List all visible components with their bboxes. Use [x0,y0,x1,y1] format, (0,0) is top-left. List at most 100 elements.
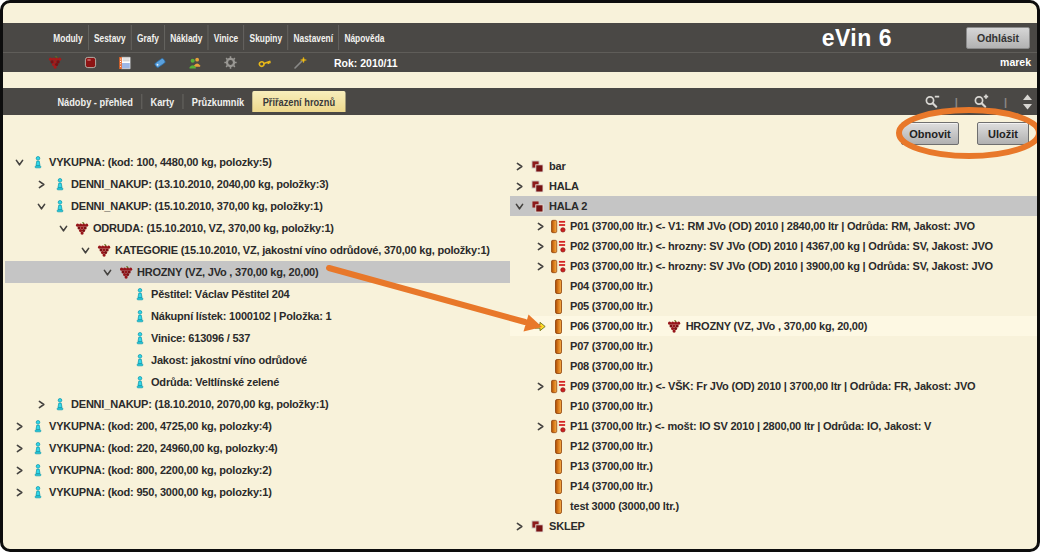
chevron-down-icon[interactable] [513,202,525,211]
tree-item[interactable]: DENNI_NAKUP: (18.10.2010, 2070,00 kg, po… [5,393,510,415]
tree-item[interactable]: P05 (3700,00 ltr.) [510,296,1040,316]
tree-item-label: HALA [549,180,579,192]
vessel-icon [551,439,566,454]
menu-item-nastavení[interactable]: Nastavení [288,23,338,52]
tree-item[interactable]: KATEGORIE (15.10.2010, VZ, jakostní víno… [5,239,510,261]
tree-item[interactable]: Jakost: jakostní víno odrůdové [5,349,510,371]
tree-item[interactable]: Vinice: 613096 / 537 [5,327,510,349]
tree-item[interactable]: HALA 2 [510,196,1040,216]
tree-item[interactable]: DENNI_NAKUP: (15.10.2010, 370,00 kg, pol… [5,195,510,217]
chevron-right-icon[interactable] [534,262,546,271]
tree-item[interactable]: P07 (3700,00 ltr.) [510,336,1040,356]
chevron-right-icon[interactable] [13,444,25,453]
menu-item-nápověda[interactable]: Nápověda [339,23,390,52]
menu-bar: ModulySestavyGrafyNákladyViniceSkupinyNa… [3,23,1037,52]
tree-item[interactable]: P09 (3700,00 ltr.) <- VŠK: Fr JVo (OD) 2… [510,376,1040,396]
chevron-right-icon[interactable] [513,182,525,191]
notebook-icon[interactable] [118,55,132,70]
tree-item[interactable]: P02 (3700,00 ltr.) <- hrozny: SV JVo (OD… [510,236,1040,256]
info-icon [52,178,67,191]
assigned-grapes: HROZNY (VZ, JVo , 370,00 kg, 20,00) [667,320,868,333]
tree-item[interactable]: Pěstitel: Václav Pěstitel 204 [5,283,510,305]
tree-item[interactable]: P01 (3700,00 ltr.) <- V1: RM JVo (OD) 20… [510,216,1040,236]
logout-button[interactable]: Odhlásit [966,27,1030,49]
tree-item[interactable]: bar [510,156,1040,176]
tree-item-label: KATEGORIE (15.10.2010, VZ, jakostní víno… [115,244,490,256]
chevron-right-icon[interactable] [13,466,25,475]
menu-item-sestavy[interactable]: Sestavy [89,23,131,52]
chevron-right-icon[interactable] [534,382,546,391]
chevron-down-icon[interactable] [35,202,47,211]
tree-item[interactable]: VYKUPNA: (kod: 950, 3000,00 kg, polozky:… [5,481,510,503]
tree-item[interactable]: test 3000 (3000,00 ltr.) [510,496,1040,516]
right-tree-panel: bar HALA HALA 2P01 (3700,00 ltr.) <- V1: R… [510,156,1040,536]
wand-icon[interactable] [293,55,307,70]
chevron-right-icon[interactable] [513,162,525,171]
refresh-button[interactable]: Obnovit [901,122,959,145]
group-icon [530,180,545,193]
key-icon[interactable] [258,55,272,70]
tree-item[interactable]: P10 (3700,00 ltr.) [510,396,1040,416]
menu-item-moduly[interactable]: Moduly [48,23,88,52]
menu-item-náklady[interactable]: Náklady [165,23,208,52]
vessel-icon [551,399,566,414]
tree-item[interactable]: DENNI_NAKUP: (13.10.2010, 2040,00 kg, po… [5,173,510,195]
chevron-right-icon[interactable] [13,422,25,431]
tree-item[interactable]: P03 (3700,00 ltr.) <- hrozny: SV JVo (OD… [510,256,1040,276]
grapes-icon[interactable] [48,55,62,70]
tree-item-label: VYKUPNA: (kod: 800, 2200,00 kg, polozky:… [49,464,272,476]
chevron-down-icon[interactable] [57,224,69,233]
tree-item[interactable]: HROZNY (VZ, JVo , 370,00 kg, 20,00) [5,261,510,283]
stop-icon[interactable] [83,55,97,70]
tree-item[interactable]: SKLEP [510,516,1040,536]
tree-item[interactable]: HALA [510,176,1040,196]
tab-n-doby-p-ehled[interactable]: Nádoby - přehled [49,88,141,115]
menu-item-skupiny[interactable]: Skupiny [244,23,287,52]
zoom-out-icon[interactable] [924,94,940,109]
chevron-right-icon[interactable] [534,422,546,431]
chevron-right-icon[interactable] [35,400,47,409]
tab-karty[interactable]: Karty [142,88,182,115]
tree-item-label: HROZNY (VZ, JVo , 370,00 kg, 20,00) [137,266,319,278]
tab-pr-zkumn-k[interactable]: Průzkumník [183,88,252,115]
gear-icon[interactable] [223,55,237,70]
tree-item[interactable]: P08 (3700,00 ltr.) [510,356,1040,376]
tag-icon[interactable] [153,55,167,70]
chevron-right-icon[interactable] [534,222,546,231]
menu-item-vinice[interactable]: Vinice [208,23,243,52]
tree-item[interactable]: VYKUPNA: (kod: 220, 24960,00 kg, polozky… [5,437,510,459]
grape-icon [96,244,111,257]
tree-item[interactable]: P11 (3700,00 ltr.) <- mošt: IO SV 2010 |… [510,416,1040,436]
users-icon[interactable] [188,55,202,70]
menu-item-grafy[interactable]: Grafy [132,23,164,52]
tree-item[interactable]: Nákupní lístek: 1000102 | Položka: 1 [5,305,510,327]
tree-item[interactable]: P12 (3700,00 ltr.) [510,436,1040,456]
tab-p-i-azen-hrozn-[interactable]: Přiřazení hroznů [253,91,346,112]
tree-item[interactable]: P04 (3700,00 ltr.) [510,276,1040,296]
chevron-down-icon[interactable] [101,268,113,277]
chevron-down-icon[interactable] [13,158,25,167]
tree-item[interactable]: P06 (3700,00 ltr.)HROZNY (VZ, JVo , 370,… [510,316,1040,336]
tree-item[interactable]: ODRUDA: (15.10.2010, VZ, 370,00 kg, polo… [5,217,510,239]
chevron-right-icon[interactable] [534,242,546,251]
tree-item[interactable]: VYKUPNA: (kod: 200, 4725,00 kg, polozky:… [5,415,510,437]
tree-item[interactable]: Odrůda: Veltlínské zelené [5,371,510,393]
zoom-in-icon[interactable] [973,94,989,109]
tree-item-label: VYKUPNA: (kod: 950, 3000,00 kg, polozky:… [49,486,272,498]
chevron-down-icon[interactable] [79,246,91,255]
toolbar-icons [48,55,328,70]
tree-item-label: P12 (3700,00 ltr.) [570,440,653,452]
grape-icon [667,320,682,333]
tree-item[interactable]: VYKUPNA: (kod: 800, 2200,00 kg, polozky:… [5,459,510,481]
tab-tools: || [924,88,1033,115]
chevron-right-icon[interactable] [35,180,47,189]
chevron-right-icon[interactable] [513,522,525,531]
chevron-right-icon[interactable] [13,488,25,497]
tree-item[interactable]: P14 (3700,00 ltr.) [510,476,1040,496]
tree-item[interactable]: VYKUPNA: (kod: 100, 4480,00 kg, polozky:… [5,151,510,173]
updown-icon[interactable] [1022,94,1033,110]
save-button[interactable]: Uložit [977,122,1029,145]
tree-item[interactable]: P13 (3700,00 ltr.) [510,456,1040,476]
tree-item-label: P13 (3700,00 ltr.) [570,460,653,472]
assigned-grapes-label: HROZNY (VZ, JVo , 370,00 kg, 20,00) [686,320,868,332]
